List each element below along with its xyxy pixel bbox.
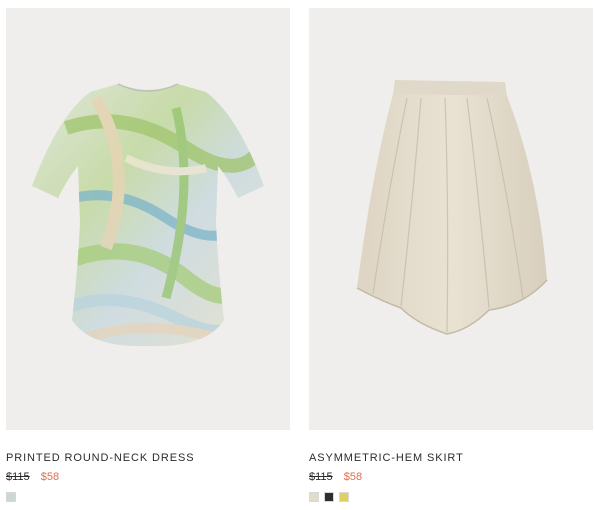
- dress-illustration: [32, 83, 264, 347]
- product-card-asymmetric-skirt[interactable]: ASYMMETRIC-HEM SKIRT $115 $58: [309, 8, 593, 502]
- product-image-skirt[interactable]: [309, 8, 593, 430]
- product-prices: $115 $58: [6, 470, 290, 484]
- skirt-illustration: [356, 80, 548, 335]
- product-name[interactable]: PRINTED ROUND-NECK DRESS: [6, 451, 290, 465]
- original-price: $115: [309, 471, 333, 483]
- sale-price: $58: [343, 471, 363, 483]
- product-name[interactable]: ASYMMETRIC-HEM SKIRT: [309, 451, 593, 465]
- color-swatch-beige[interactable]: [309, 492, 319, 502]
- product-card-printed-dress[interactable]: PRINTED ROUND-NECK DRESS $115 $58: [6, 8, 290, 502]
- sale-price: $58: [40, 471, 60, 483]
- color-swatch-yellow[interactable]: [339, 492, 349, 502]
- color-swatch-light-blue-print[interactable]: [6, 492, 16, 502]
- original-price: $115: [6, 471, 30, 483]
- product-grid: PRINTED ROUND-NECK DRESS $115 $58 ASYMME…: [0, 0, 595, 510]
- color-swatch-black[interactable]: [324, 492, 334, 502]
- product-prices: $115 $58: [309, 470, 593, 484]
- color-swatches: [309, 492, 593, 502]
- product-image-dress[interactable]: [6, 8, 290, 430]
- color-swatches: [6, 492, 290, 502]
